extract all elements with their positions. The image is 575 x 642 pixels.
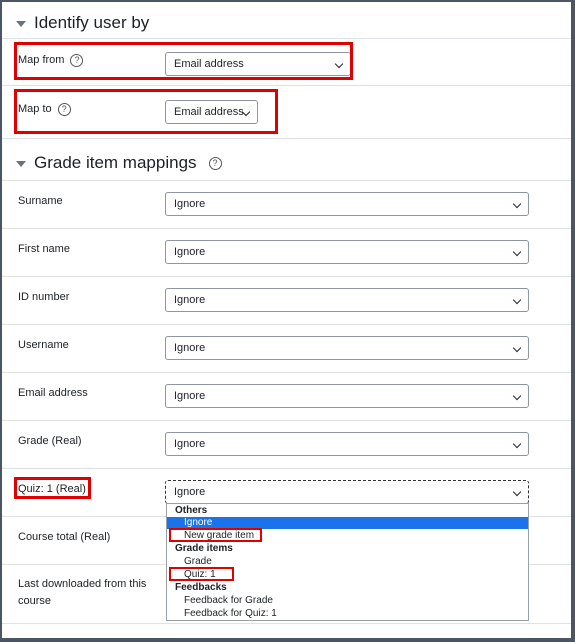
mapping-select-quiz[interactable]: Ignore <box>165 480 529 504</box>
divider <box>2 372 571 373</box>
collapse-caret-icon[interactable] <box>16 21 26 27</box>
mapping-select-surname[interactable]: Ignore <box>165 192 529 216</box>
mapping-label-email: Email address <box>18 387 88 399</box>
mapping-select-id-number[interactable]: Ignore <box>165 288 529 312</box>
chevron-down-icon <box>512 199 522 209</box>
highlight-map-from <box>14 42 353 80</box>
highlight-quiz-1-option <box>169 567 234 581</box>
divider <box>2 38 571 39</box>
collapse-caret-icon[interactable] <box>16 161 26 167</box>
divider <box>2 324 571 325</box>
quiz-select-dropdown: Others Ignore New grade item Grade items… <box>166 503 529 621</box>
import-mapping-form: Identify user by Map from? Email address… <box>2 2 571 638</box>
option-feedback-quiz[interactable]: Feedback for Quiz: 1 <box>184 608 277 619</box>
mapping-label-first-name: First name <box>18 243 70 255</box>
option-grade[interactable]: Grade <box>184 556 212 567</box>
section-title-identify: Identify user by <box>34 13 150 32</box>
highlight-quiz-label <box>14 477 91 499</box>
mapping-label-grade: Grade (Real) <box>18 435 82 447</box>
option-group-grade-items: Grade items <box>175 543 233 554</box>
mapping-label-last-downloaded: Last downloaded from this course <box>18 578 147 607</box>
mapping-select-email[interactable]: Ignore <box>165 384 529 408</box>
option-group-feedbacks: Feedbacks <box>175 582 227 593</box>
divider <box>2 276 571 277</box>
mapping-select-username[interactable]: Ignore <box>165 336 529 360</box>
identify-user-header[interactable]: Identify user by <box>16 13 149 33</box>
divider <box>2 623 571 624</box>
highlight-map-to <box>14 89 278 134</box>
grade-item-mappings-header[interactable]: Grade item mappings ? <box>16 153 222 173</box>
mapping-select-first-name[interactable]: Ignore <box>165 240 529 264</box>
divider <box>2 138 571 139</box>
mapping-label-username: Username <box>18 339 69 351</box>
mapping-select-grade[interactable]: Ignore <box>165 432 529 456</box>
highlight-new-grade-item <box>169 528 262 542</box>
mapping-label-id-number: ID number <box>18 291 70 303</box>
divider <box>2 180 571 181</box>
option-group-others: Others <box>175 505 208 516</box>
chevron-down-icon <box>512 487 522 497</box>
chevron-down-icon <box>512 343 522 353</box>
divider <box>2 228 571 229</box>
chevron-down-icon <box>512 247 522 257</box>
section-title-mappings: Grade item mappings <box>34 153 197 172</box>
mapping-label-course-total: Course total (Real) <box>18 531 111 543</box>
mapping-label-surname: Surname <box>18 195 63 207</box>
chevron-down-icon <box>512 295 522 305</box>
chevron-down-icon <box>512 391 522 401</box>
divider <box>2 420 571 421</box>
divider <box>2 85 571 86</box>
divider <box>2 468 571 469</box>
help-icon[interactable]: ? <box>208 156 222 170</box>
chevron-down-icon <box>512 439 522 449</box>
option-feedback-grade[interactable]: Feedback for Grade <box>184 595 273 606</box>
